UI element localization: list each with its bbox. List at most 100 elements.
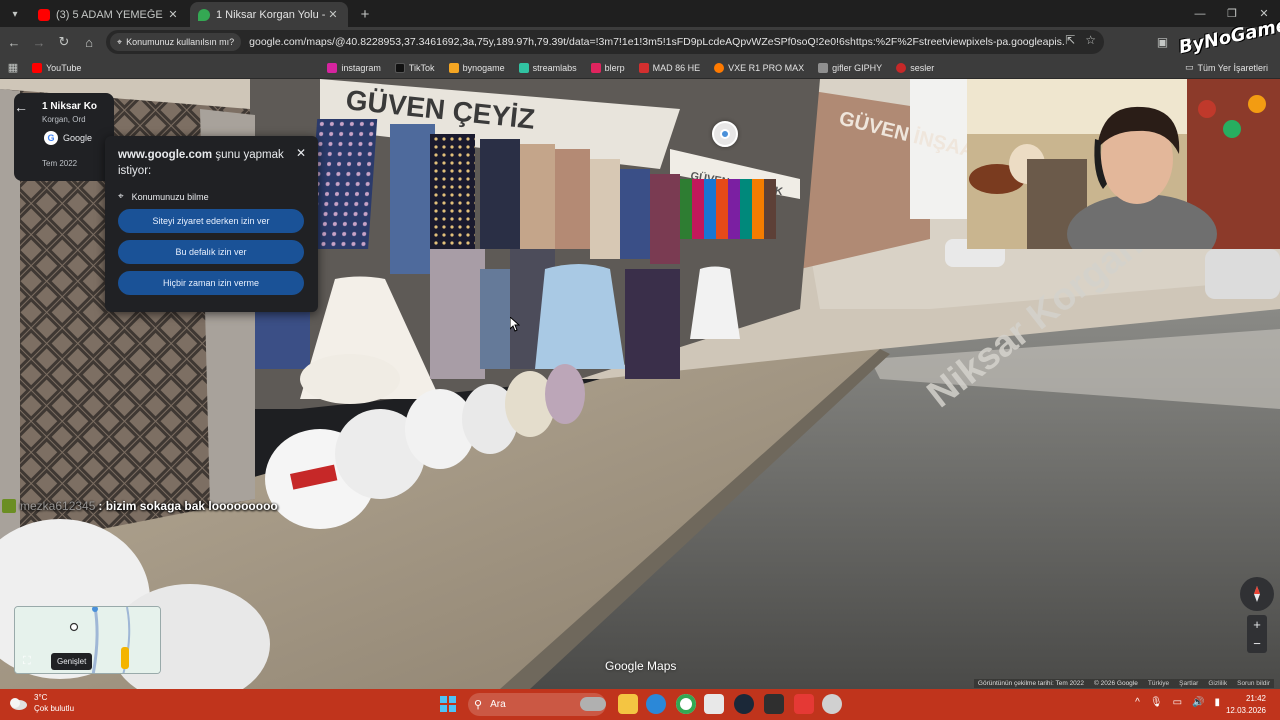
apps-grid-icon[interactable]: ▦ [0, 61, 26, 74]
capture-date-label: Görüntünün çekilme tarihi: Tem 2022 [977, 680, 1085, 687]
chat-avatar-icon [2, 499, 16, 513]
tab-youtube[interactable]: (3) 5 ADAM YEMEĞE GİTTİK, TA ✕ [30, 2, 188, 27]
permission-chip-label: Konumunuz kullanılsın mı? [126, 37, 235, 47]
country-link[interactable]: Türkiye [1148, 680, 1169, 687]
location-permission-popup: www.google.com şunu yapmak istiyor: ✕ ⌖ … [105, 136, 318, 312]
compass-icon[interactable] [1240, 577, 1274, 611]
bookmark-bynogame[interactable]: bynogame [448, 62, 505, 73]
bookmark-giphy[interactable]: gifler GIPHY [818, 62, 883, 73]
clock[interactable]: 21:42 12.03.2026 [1226, 693, 1266, 717]
minimap[interactable]: ⛶ Genişlet [14, 606, 161, 674]
tab-close-icon[interactable]: ✕ [326, 8, 340, 21]
capture-date[interactable]: Tem 2022 [42, 159, 77, 168]
bynogame-icon [448, 62, 459, 73]
report-problem-link[interactable]: Sorun bildir [1237, 680, 1270, 687]
google-logo-icon: G [44, 131, 58, 145]
volume-icon[interactable]: 🔊 [1192, 697, 1204, 708]
terms-link[interactable]: Şartlar [1179, 680, 1198, 687]
settings-gear-icon[interactable] [822, 694, 842, 714]
cloud-icon [10, 698, 27, 710]
back-icon[interactable]: ← [3, 31, 25, 53]
bookmark-label: blerp [604, 62, 625, 73]
clock-time: 21:42 [1245, 694, 1266, 703]
bookmark-vxe[interactable]: VXE R1 PRO MAX [714, 62, 804, 73]
tab-strip: ▾ (3) 5 ADAM YEMEĞE GİTTİK, TA ✕ 1 Niksa… [0, 0, 1280, 27]
never-allow-button[interactable]: Hiçbir zaman izin verme [118, 271, 304, 295]
extension-icon[interactable]: ▣ [1150, 35, 1175, 49]
giphy-icon [818, 62, 829, 73]
bookmark-label: streamlabs [532, 62, 577, 73]
provider-label: Google [63, 133, 93, 143]
weather-widget[interactable]: 3°C Çok bulutlu [8, 692, 74, 714]
blerp-icon [590, 62, 601, 73]
windows-start-icon[interactable] [440, 696, 456, 712]
place-subtitle: Korgan, Ord [42, 115, 86, 124]
provider-row: G Google [44, 131, 92, 145]
back-arrow-icon[interactable]: ← [14, 99, 28, 115]
tab-title: 1 Niksar Korgan Yolu - Google [216, 8, 326, 21]
battery-icon[interactable]: ▮ [1214, 697, 1220, 708]
edge-icon[interactable] [646, 694, 666, 714]
search-placeholder: Ara [490, 699, 506, 710]
zoom-out-icon[interactable]: − [1253, 637, 1261, 650]
all-bookmarks[interactable]: ▭ Tüm Yer İşaretleri [1185, 62, 1268, 73]
bookmark-youtube[interactable]: YouTube [32, 62, 81, 73]
allow-while-visiting-button[interactable]: Siteyi ziyaret ederken izin ver [118, 209, 304, 233]
tab-title: (3) 5 ADAM YEMEĞE GİTTİK, TA [56, 8, 166, 21]
place-title: 1 Niksar Ko [42, 101, 98, 112]
expand-icon[interactable]: ⛶ [23, 655, 31, 668]
tab-google-maps[interactable]: 1 Niksar Korgan Yolu - Google ✕ [190, 2, 348, 27]
display-icon[interactable]: ▭ [1173, 697, 1182, 708]
steam-icon[interactable] [734, 694, 754, 714]
privacy-link[interactable]: Gizlilik [1208, 680, 1227, 687]
street-view-marker-icon[interactable] [712, 121, 738, 147]
popup-close-icon[interactable]: ✕ [296, 146, 306, 160]
home-icon[interactable]: ⌂ [78, 31, 100, 53]
bookmark-tiktok[interactable]: TikTok [394, 62, 435, 73]
new-tab-button[interactable]: + [354, 3, 376, 25]
bookmark-instagram[interactable]: instagram [327, 62, 381, 73]
zoom-in-icon[interactable]: + [1253, 618, 1261, 631]
youtube-icon [32, 62, 42, 73]
chrome-icon[interactable] [676, 694, 696, 714]
bookmark-blerp[interactable]: blerp [590, 62, 625, 73]
epic-games-icon[interactable] [764, 694, 784, 714]
bookmark-sesler[interactable]: sesler [896, 62, 934, 73]
microphone-icon[interactable]: 🎙 [1150, 697, 1163, 708]
app-icon[interactable] [794, 694, 814, 714]
location-permission-chip[interactable]: ⌖ Konumunuz kullanılsın mı? [110, 33, 242, 51]
forward-icon[interactable]: → [28, 31, 50, 53]
bookmark-mad86he[interactable]: MAD 86 HE [638, 62, 700, 73]
bookmark-label: gifler GIPHY [832, 62, 883, 73]
bookmarks-bar: ▦ YouTube instagram TikTok bynogame stre… [0, 57, 1280, 79]
mad-icon [638, 62, 649, 73]
tab-close-icon[interactable]: ✕ [166, 8, 180, 21]
install-app-icon[interactable]: ⇱ [1065, 33, 1075, 47]
chat-username: mezka612345 [20, 499, 96, 513]
bookmark-label: instagram [341, 62, 381, 73]
url-text[interactable]: google.com/maps/@40.8228953,37.3461692,3… [249, 36, 1064, 48]
all-bookmarks-label: Tüm Yer İşaretleri [1197, 62, 1268, 73]
allow-this-time-button[interactable]: Bu defalık izin ver [118, 240, 304, 264]
permission-request: ⌖ Konumunuzu bilme [118, 191, 305, 202]
browser-toolbar: ← → ↻ ⌂ ⌖ Konumunuz kullanılsın mı? goog… [0, 27, 1280, 57]
tray-overflow-icon[interactable]: ^ [1135, 697, 1140, 708]
folder-icon: ▭ [1184, 62, 1194, 72]
weather-temperature: 3°C [34, 693, 48, 702]
copilot-icon[interactable] [580, 697, 606, 711]
tab-search-icon[interactable]: ▾ [4, 3, 26, 25]
street-view-panorama[interactable]: GÜVEN ÇEYİZ GÜVEN GELİNLİK GÜVEN İNŞAAT [0, 79, 1280, 689]
permission-request-label: Konumunuzu bilme [131, 191, 209, 202]
webcam-image [967, 79, 1280, 249]
address-bar[interactable]: ⌖ Konumunuz kullanılsın mı? google.com/m… [106, 30, 1104, 54]
mouse-cursor-icon [510, 317, 520, 332]
reload-icon[interactable]: ↻ [53, 31, 75, 53]
store-icon[interactable] [704, 694, 724, 714]
file-explorer-icon[interactable] [618, 694, 638, 714]
bookmark-star-icon[interactable]: ☆ [1085, 33, 1096, 47]
zoom-controls: + − [1247, 615, 1267, 653]
stream-chat-message: mezka612345 : bizim sokaga bak loooooooo… [2, 499, 278, 513]
bookmark-streamlabs[interactable]: streamlabs [518, 62, 577, 73]
chat-text: : bizim sokaga bak looooooooo [98, 499, 278, 513]
minimize-icon[interactable]: — [1184, 0, 1216, 27]
